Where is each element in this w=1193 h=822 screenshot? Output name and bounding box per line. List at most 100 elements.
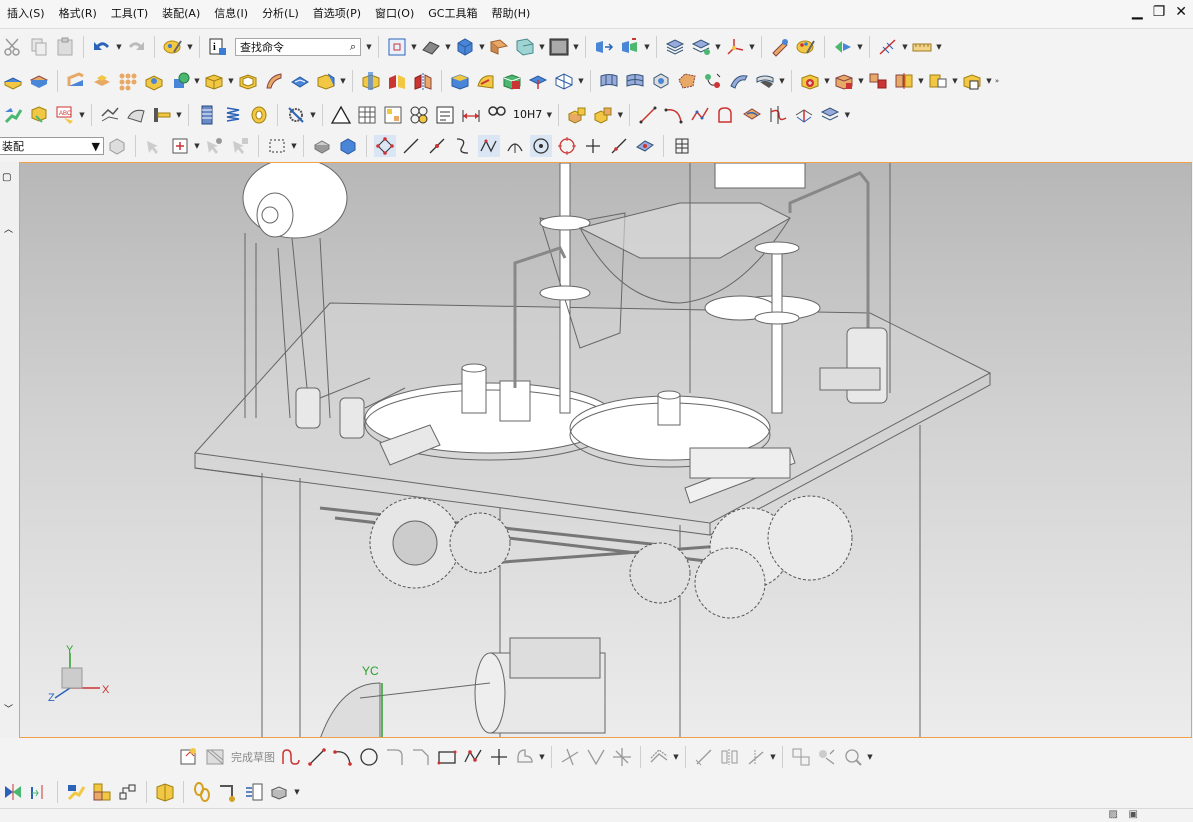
- background-icon[interactable]: [548, 36, 570, 58]
- command-search-input[interactable]: 查找命令 ⌕: [235, 37, 361, 56]
- restore-icon[interactable]: ❐: [1153, 4, 1166, 20]
- fit-view-icon[interactable]: [386, 36, 408, 58]
- copy-icon[interactable]: [28, 36, 50, 58]
- fit-dropdown-icon[interactable]: ▼: [545, 111, 553, 119]
- sketch-polyline-icon[interactable]: [462, 746, 484, 768]
- arrange-component-icon[interactable]: [961, 70, 983, 92]
- align-icon[interactable]: [2, 781, 24, 803]
- select-all-icon[interactable]: [143, 135, 165, 157]
- arrange-dropdown-icon[interactable]: ▼: [985, 77, 993, 85]
- sketch-chamfer-icon[interactable]: [410, 746, 432, 768]
- sketch-curve-dropdown-icon[interactable]: ▼: [538, 753, 546, 761]
- bearing-icon[interactable]: [248, 104, 270, 126]
- selection-filter-icon[interactable]: ▨: [1109, 809, 1118, 820]
- color-palette-icon[interactable]: [795, 36, 817, 58]
- check-clearance-icon[interactable]: [99, 104, 121, 126]
- through-mesh-icon[interactable]: [624, 70, 646, 92]
- triangle-icon[interactable]: [330, 104, 352, 126]
- constraint-dropdown-icon[interactable]: ▼: [769, 753, 777, 761]
- offset-curve-icon[interactable]: [819, 104, 841, 126]
- edit-object-display-icon[interactable]: [769, 36, 791, 58]
- snap-point-icon[interactable]: [169, 135, 191, 157]
- ruler-icon[interactable]: [911, 36, 933, 58]
- sketch-arc-icon[interactable]: [332, 746, 354, 768]
- undo-dropdown-icon[interactable]: ▼: [115, 43, 123, 51]
- quick-trim-icon[interactable]: [559, 746, 581, 768]
- measure-distance-dropdown-icon[interactable]: ▼: [901, 43, 909, 51]
- resource-tab-icon[interactable]: ▢: [2, 172, 11, 183]
- offset-face-dropdown-icon[interactable]: ▼: [339, 77, 347, 85]
- bolt-icon[interactable]: [196, 104, 218, 126]
- toolbar-overflow-icon[interactable]: »: [993, 77, 1001, 85]
- layer-settings-icon[interactable]: [664, 36, 686, 58]
- surface-dropdown-icon[interactable]: ▼: [778, 77, 786, 85]
- unite-icon[interactable]: [91, 70, 113, 92]
- new-component-dropdown-icon[interactable]: ▼: [857, 77, 865, 85]
- info-object-icon[interactable]: i: [207, 36, 229, 58]
- wcs-dropdown-icon[interactable]: ▼: [748, 43, 756, 51]
- finish-sketch-icon[interactable]: [204, 746, 226, 768]
- text-annotation-icon[interactable]: ABC: [54, 104, 76, 126]
- intersection-curve-icon[interactable]: [767, 104, 789, 126]
- menu-tools[interactable]: 工具(T): [104, 0, 155, 28]
- pattern-icon[interactable]: [117, 70, 139, 92]
- menu-help[interactable]: 帮助(H): [484, 0, 537, 28]
- move-to-layer-icon[interactable]: [690, 36, 712, 58]
- block-icon[interactable]: [203, 70, 225, 92]
- mirror-assembly-icon[interactable]: [893, 70, 915, 92]
- menu-gc-toolbox[interactable]: GC工具箱: [421, 0, 484, 28]
- deselect-icon[interactable]: [311, 135, 333, 157]
- delete-face-icon[interactable]: [475, 70, 497, 92]
- snap-on-curve-icon[interactable]: [608, 135, 630, 157]
- rapid-dimension-icon[interactable]: [693, 746, 715, 768]
- menu-window[interactable]: 窗口(O): [368, 0, 421, 28]
- show-hide-dropdown-icon[interactable]: ▼: [856, 43, 864, 51]
- cut-icon[interactable]: [2, 36, 24, 58]
- offset-sketch-curve-icon[interactable]: [648, 746, 670, 768]
- menu-information[interactable]: 信息(I): [207, 0, 255, 28]
- alternate-solution-icon[interactable]: [816, 746, 838, 768]
- fillet-curve-icon[interactable]: [715, 104, 737, 126]
- section-view-dropdown-icon[interactable]: ▼: [538, 43, 546, 51]
- wcs-icon[interactable]: [724, 36, 746, 58]
- spline-icon[interactable]: [689, 104, 711, 126]
- graphics-window[interactable]: YC Y X Z: [19, 162, 1192, 738]
- snap-curve-icon[interactable]: [452, 135, 474, 157]
- search-dropdown-icon[interactable]: ▼: [365, 43, 373, 51]
- exploded-view-icon[interactable]: [269, 781, 291, 803]
- extrude-icon[interactable]: [2, 70, 24, 92]
- resource-scroll-down-icon[interactable]: ﹀: [4, 702, 13, 715]
- boolean-dropdown-icon[interactable]: ▼: [193, 77, 201, 85]
- snap-control-point-icon[interactable]: [426, 135, 448, 157]
- parts-list-icon[interactable]: [382, 104, 404, 126]
- snap-arc-center-icon[interactable]: [504, 135, 526, 157]
- snap-dropdown-icon[interactable]: ▼: [193, 142, 201, 150]
- book-icon[interactable]: [154, 781, 176, 803]
- ruler-dropdown-icon[interactable]: ▼: [935, 43, 943, 51]
- gear-modeling-icon[interactable]: [285, 104, 307, 126]
- measure-distance-icon[interactable]: [877, 36, 899, 58]
- through-curves-icon[interactable]: [598, 70, 620, 92]
- mirror-body-icon[interactable]: [412, 70, 434, 92]
- chain-link-icon[interactable]: [191, 781, 213, 803]
- replace-face-icon[interactable]: [449, 70, 471, 92]
- gear-modeling-dropdown-icon[interactable]: ▼: [309, 111, 317, 119]
- wave-geometry-icon[interactable]: [65, 781, 87, 803]
- select-face-icon[interactable]: [229, 135, 251, 157]
- offset-surface-icon[interactable]: [754, 70, 776, 92]
- assembly-navigator-icon[interactable]: [566, 104, 588, 126]
- rectangle-select-icon[interactable]: [266, 135, 288, 157]
- select-body-icon[interactable]: [337, 135, 359, 157]
- blend-icon[interactable]: [65, 70, 87, 92]
- parts-family-icon[interactable]: [91, 781, 113, 803]
- shell-icon[interactable]: [237, 70, 259, 92]
- render-style-icon[interactable]: [420, 36, 442, 58]
- joint-dropdown-icon[interactable]: ▼: [175, 111, 183, 119]
- block-dropdown-icon[interactable]: ▼: [227, 77, 235, 85]
- replace-component-icon[interactable]: [927, 70, 949, 92]
- shaded-view-dropdown-icon[interactable]: ▼: [478, 43, 486, 51]
- assembly-model-view[interactable]: YC Y X Z: [20, 163, 1192, 738]
- note-icon[interactable]: [434, 104, 456, 126]
- menu-format[interactable]: 格式(R): [52, 0, 104, 28]
- undo-icon[interactable]: [91, 36, 113, 58]
